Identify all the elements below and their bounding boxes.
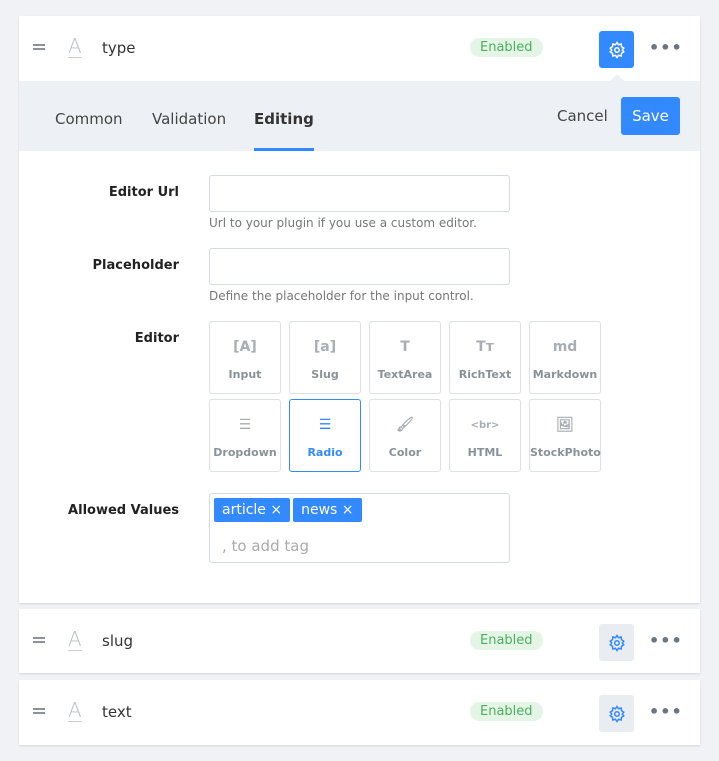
editor-url-input[interactable] — [209, 175, 510, 212]
gear-icon — [608, 633, 625, 652]
settings-button[interactable] — [599, 31, 634, 68]
richtext-icon: Tт — [476, 339, 494, 355]
status-badge: Enabled — [470, 631, 543, 650]
editor-option-label: Radio — [307, 446, 343, 459]
field-card-slug: A slug Enabled ••• — [19, 609, 700, 673]
editor-url-hint: Url to your plugin if you use a custom e… — [209, 216, 477, 230]
editor-option-label: RichText — [458, 368, 512, 381]
editor-option-textarea[interactable]: T TextArea — [369, 321, 441, 394]
placeholder-hint: Define the placeholder for the input con… — [209, 289, 474, 303]
tag-label: article — [222, 502, 266, 518]
tag: article × — [214, 498, 291, 522]
settings-button[interactable] — [599, 695, 634, 732]
allowed-values-label: Allowed Values — [68, 503, 179, 518]
editor-option-slug[interactable]: [a] Slug — [289, 321, 361, 394]
editor-option-input[interactable]: [A] Input — [209, 321, 281, 394]
textarea-icon: T — [400, 339, 410, 355]
tag-label: news — [301, 502, 338, 518]
more-icon[interactable]: ••• — [649, 631, 683, 650]
gear-icon — [608, 40, 625, 59]
editor-option-label: Color — [388, 446, 422, 459]
tag-placeholder: , to add tag — [222, 537, 309, 555]
editor-label: Editor — [134, 331, 179, 346]
field-row: A type Enabled ••• — [19, 16, 700, 81]
editor-option-html[interactable]: <br> HTML — [449, 399, 521, 472]
color-icon: 🖌 — [396, 417, 414, 433]
editor-option-radio[interactable]: ☰ Radio — [289, 399, 361, 472]
pointer-arrow — [610, 74, 624, 81]
editor-option-label: TextArea — [377, 368, 433, 381]
editing-form: Editor Url Url to your plugin if you use… — [19, 151, 700, 603]
tab-bar: Common Validation Editing Cancel Save — [19, 74, 700, 151]
gear-icon — [608, 704, 625, 723]
tag: news × — [293, 498, 362, 522]
radio-icon: ☰ — [318, 417, 332, 433]
text-field-icon: A — [68, 627, 82, 651]
input-icon: [A] — [233, 339, 257, 355]
editor-option-richtext[interactable]: Tт RichText — [449, 321, 521, 394]
field-card-text: A text Enabled ••• — [19, 680, 700, 745]
field-name: slug — [102, 632, 134, 650]
placeholder-label: Placeholder — [92, 258, 179, 273]
editor-option-label: StockPhoto — [530, 446, 601, 459]
editor-option-markdown[interactable]: md Markdown — [529, 321, 601, 394]
field-name: text — [102, 703, 132, 721]
cancel-button[interactable]: Cancel — [557, 107, 608, 125]
placeholder-input[interactable] — [209, 248, 510, 285]
tab-common[interactable]: Common — [55, 110, 123, 128]
editor-option-label: Input — [228, 368, 262, 381]
drag-handle-icon[interactable] — [33, 44, 45, 50]
status-badge: Enabled — [470, 702, 543, 721]
editor-option-label: Slug — [311, 368, 339, 381]
editor-url-label: Editor Url — [108, 185, 179, 200]
editor-option-label: Dropdown — [213, 446, 277, 459]
tab-editing[interactable]: Editing — [254, 110, 314, 151]
more-icon[interactable]: ••• — [649, 38, 683, 57]
status-badge: Enabled — [470, 38, 543, 57]
stockphoto-icon: 🖼 — [556, 417, 574, 433]
more-icon[interactable]: ••• — [649, 702, 683, 721]
slug-icon: [a] — [313, 339, 337, 355]
drag-handle-icon[interactable] — [33, 708, 45, 714]
editor-option-stockphoto[interactable]: 🖼 StockPhoto — [529, 399, 601, 472]
remove-tag-icon[interactable]: × — [270, 502, 282, 518]
editor-option-color[interactable]: 🖌 Color — [369, 399, 441, 472]
field-name: type — [102, 39, 136, 57]
allowed-values-input[interactable]: article × news × , to add tag — [209, 493, 510, 563]
text-field-icon: A — [68, 698, 82, 722]
editor-option-dropdown[interactable]: ☰ Dropdown — [209, 399, 281, 472]
remove-tag-icon[interactable]: × — [342, 502, 354, 518]
field-card-type: A type Enabled ••• Common Validation Edi… — [19, 16, 700, 603]
drag-handle-icon[interactable] — [33, 637, 45, 643]
markdown-icon: md — [552, 339, 578, 355]
dropdown-icon: ☰ — [238, 417, 252, 433]
settings-button[interactable] — [599, 624, 634, 661]
tab-validation[interactable]: Validation — [152, 110, 226, 128]
editor-option-label: Markdown — [532, 368, 598, 381]
editor-option-label: HTML — [467, 446, 503, 459]
save-button[interactable]: Save — [621, 97, 680, 135]
text-field-icon: A — [68, 34, 82, 58]
html-icon: <br> — [470, 419, 500, 431]
